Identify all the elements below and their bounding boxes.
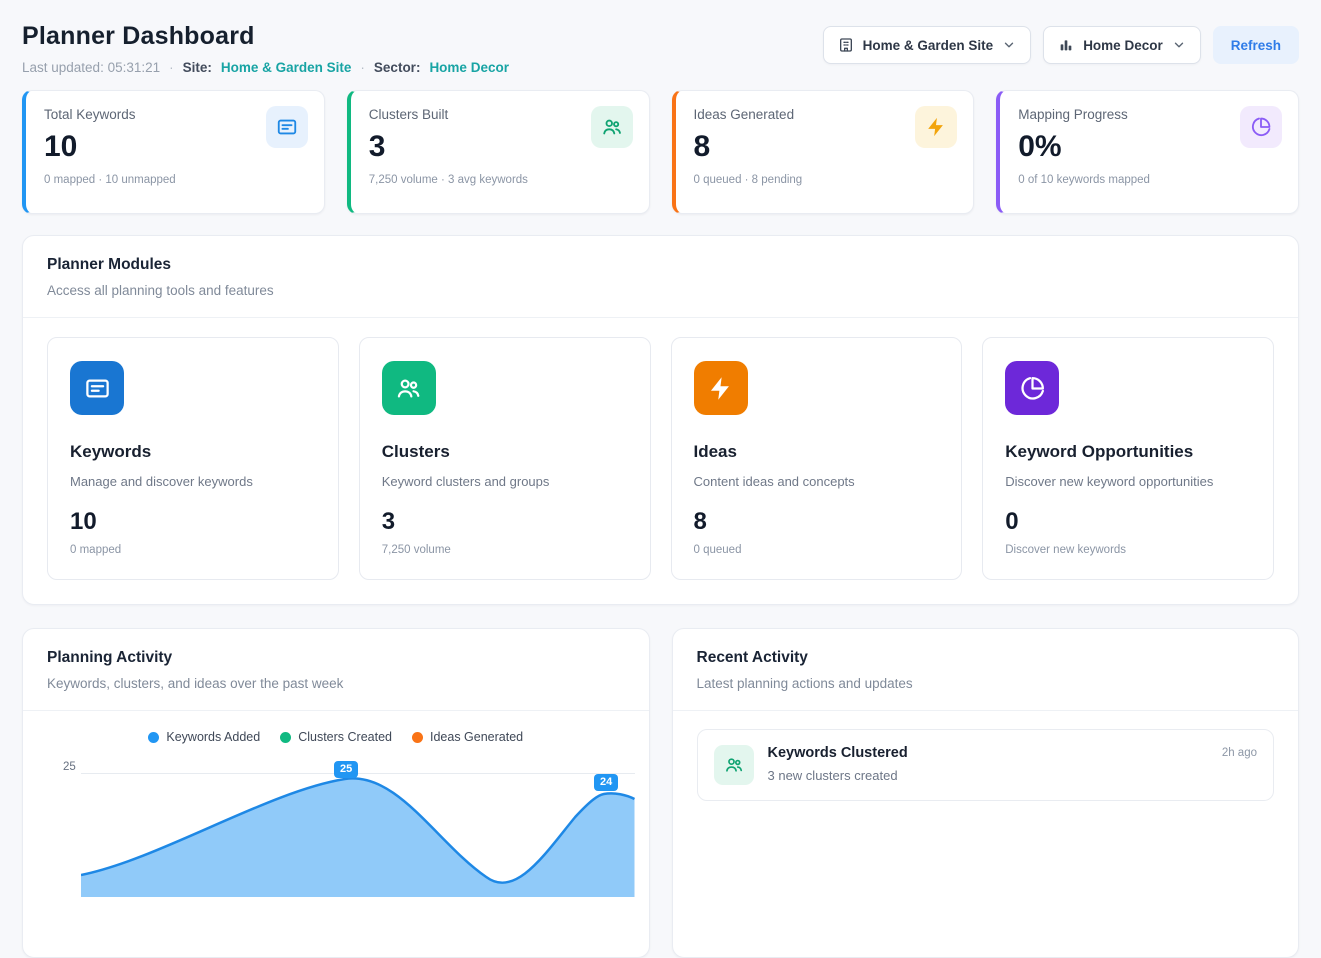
meta-line: Last updated: 05:31:21 · Site: Home & Ga… [22, 60, 509, 75]
page-title: Planner Dashboard [22, 22, 509, 51]
module-card-keyword-opportunities[interactable]: Keyword Opportunities Discover new keywo… [982, 337, 1274, 580]
module-title: Clusters [382, 442, 628, 462]
clusters-icon [382, 361, 436, 415]
module-title: Keyword Opportunities [1005, 442, 1251, 462]
module-value: 8 [694, 508, 940, 536]
chevron-down-icon [1172, 38, 1186, 52]
stat-caption: 7,250 volume · 3 avg keywords [369, 174, 631, 186]
planning-activity-header: Planning Activity Keywords, clusters, an… [23, 629, 649, 711]
clusters-icon [714, 745, 754, 785]
legend-dot-green [280, 732, 291, 743]
lightning-icon [915, 106, 957, 148]
legend-item-clusters-created: Clusters Created [280, 730, 392, 744]
panel-title: Recent Activity [697, 649, 1275, 667]
module-caption: 0 queued [694, 544, 940, 556]
stats-row: Total Keywords 10 0 mapped · 10 unmapped… [0, 75, 1321, 214]
planning-activity-card: Planning Activity Keywords, clusters, an… [22, 628, 650, 958]
activity-timestamp: 2h ago [1222, 745, 1257, 759]
legend-item-ideas-generated: Ideas Generated [412, 730, 523, 744]
site-label: Site: [183, 60, 212, 75]
legend-label: Ideas Generated [430, 730, 523, 744]
stat-card-mapping-progress: Mapping Progress 0% 0 of 10 keywords map… [996, 90, 1299, 214]
chevron-down-icon [1002, 38, 1016, 52]
module-description: Discover new keyword opportunities [1005, 474, 1251, 489]
header-controls: Home & Garden Site Home Decor Refresh [823, 26, 1299, 64]
module-caption: Discover new keywords [1005, 544, 1251, 556]
module-caption: 0 mapped [70, 544, 316, 556]
recent-activity-header: Recent Activity Latest planning actions … [673, 629, 1299, 711]
module-value: 0 [1005, 508, 1251, 536]
panel-title: Planning Activity [47, 649, 625, 667]
keywords-icon [266, 106, 308, 148]
site-dropdown[interactable]: Home & Garden Site [823, 26, 1032, 64]
stat-card-total-keywords: Total Keywords 10 0 mapped · 10 unmapped [22, 90, 325, 214]
recent-activity-list: Keywords Clustered 3 new clusters create… [673, 711, 1299, 819]
planner-modules-header: Planner Modules Access all planning tool… [23, 236, 1298, 318]
sector-label: Sector: [374, 60, 421, 75]
module-card-clusters[interactable]: Clusters Keyword clusters and groups 3 7… [359, 337, 651, 580]
list-item[interactable]: Keywords Clustered 3 new clusters create… [697, 729, 1275, 801]
stat-card-ideas-generated: Ideas Generated 8 0 queued · 8 pending [672, 90, 975, 214]
page-header: Planner Dashboard Last updated: 05:31:21… [0, 0, 1321, 75]
stat-caption: 0 of 10 keywords mapped [1018, 174, 1280, 186]
module-caption: 7,250 volume [382, 544, 628, 556]
legend-dot-blue [148, 732, 159, 743]
stat-card-clusters-built: Clusters Built 3 7,250 volume · 3 avg ke… [347, 90, 650, 214]
module-card-ideas[interactable]: Ideas Content ideas and concepts 8 0 que… [671, 337, 963, 580]
activity-title: Keywords Clustered [768, 745, 1208, 761]
activity-text: Keywords Clustered 3 new clusters create… [768, 745, 1208, 783]
module-description: Manage and discover keywords [70, 474, 316, 489]
sector-dropdown-label: Home Decor [1083, 38, 1163, 53]
lightning-icon [694, 361, 748, 415]
stat-caption: 0 queued · 8 pending [694, 174, 956, 186]
bottom-row: Planning Activity Keywords, clusters, an… [22, 628, 1299, 958]
header-left: Planner Dashboard Last updated: 05:31:21… [22, 22, 509, 75]
site-link[interactable]: Home & Garden Site [221, 60, 352, 75]
clusters-icon [591, 106, 633, 148]
modules-grid: Keywords Manage and discover keywords 10… [23, 318, 1298, 604]
module-title: Ideas [694, 442, 940, 462]
panel-subtitle: Access all planning tools and features [47, 283, 1274, 298]
legend-dot-orange [412, 732, 423, 743]
sector-link[interactable]: Home Decor [429, 60, 509, 75]
data-label-badge: 24 [594, 774, 618, 791]
separator-dot: · [360, 60, 365, 75]
sector-dropdown[interactable]: Home Decor [1043, 26, 1201, 64]
module-description: Content ideas and concepts [694, 474, 940, 489]
area-chart: 25 25 24 [23, 757, 649, 897]
refresh-button[interactable]: Refresh [1213, 26, 1299, 64]
last-updated-text: Last updated: 05:31:21 [22, 60, 160, 75]
pie-chart-icon [1005, 361, 1059, 415]
site-dropdown-label: Home & Garden Site [863, 38, 994, 53]
activity-description: 3 new clusters created [768, 768, 1208, 783]
panel-subtitle: Keywords, clusters, and ideas over the p… [47, 676, 625, 691]
planner-modules-panel: Planner Modules Access all planning tool… [22, 235, 1299, 605]
legend-label: Clusters Created [298, 730, 392, 744]
pie-chart-icon [1240, 106, 1282, 148]
separator-dot: · [169, 60, 174, 75]
sector-chart-icon [1058, 37, 1074, 53]
stat-caption: 0 mapped · 10 unmapped [44, 174, 306, 186]
module-card-keywords[interactable]: Keywords Manage and discover keywords 10… [47, 337, 339, 580]
module-value: 10 [70, 508, 316, 536]
panel-subtitle: Latest planning actions and updates [697, 676, 1275, 691]
legend-label: Keywords Added [166, 730, 260, 744]
legend-item-keywords-added: Keywords Added [148, 730, 260, 744]
module-title: Keywords [70, 442, 316, 462]
recent-activity-card: Recent Activity Latest planning actions … [672, 628, 1300, 958]
keywords-added-area-series [81, 757, 635, 897]
module-value: 3 [382, 508, 628, 536]
panel-title: Planner Modules [47, 256, 1274, 274]
y-axis-tick: 25 [63, 761, 76, 773]
module-description: Keyword clusters and groups [382, 474, 628, 489]
keywords-icon [70, 361, 124, 415]
site-building-icon [838, 37, 854, 53]
chart-legend: Keywords Added Clusters Created Ideas Ge… [23, 711, 649, 744]
data-label-badge: 25 [334, 761, 358, 778]
